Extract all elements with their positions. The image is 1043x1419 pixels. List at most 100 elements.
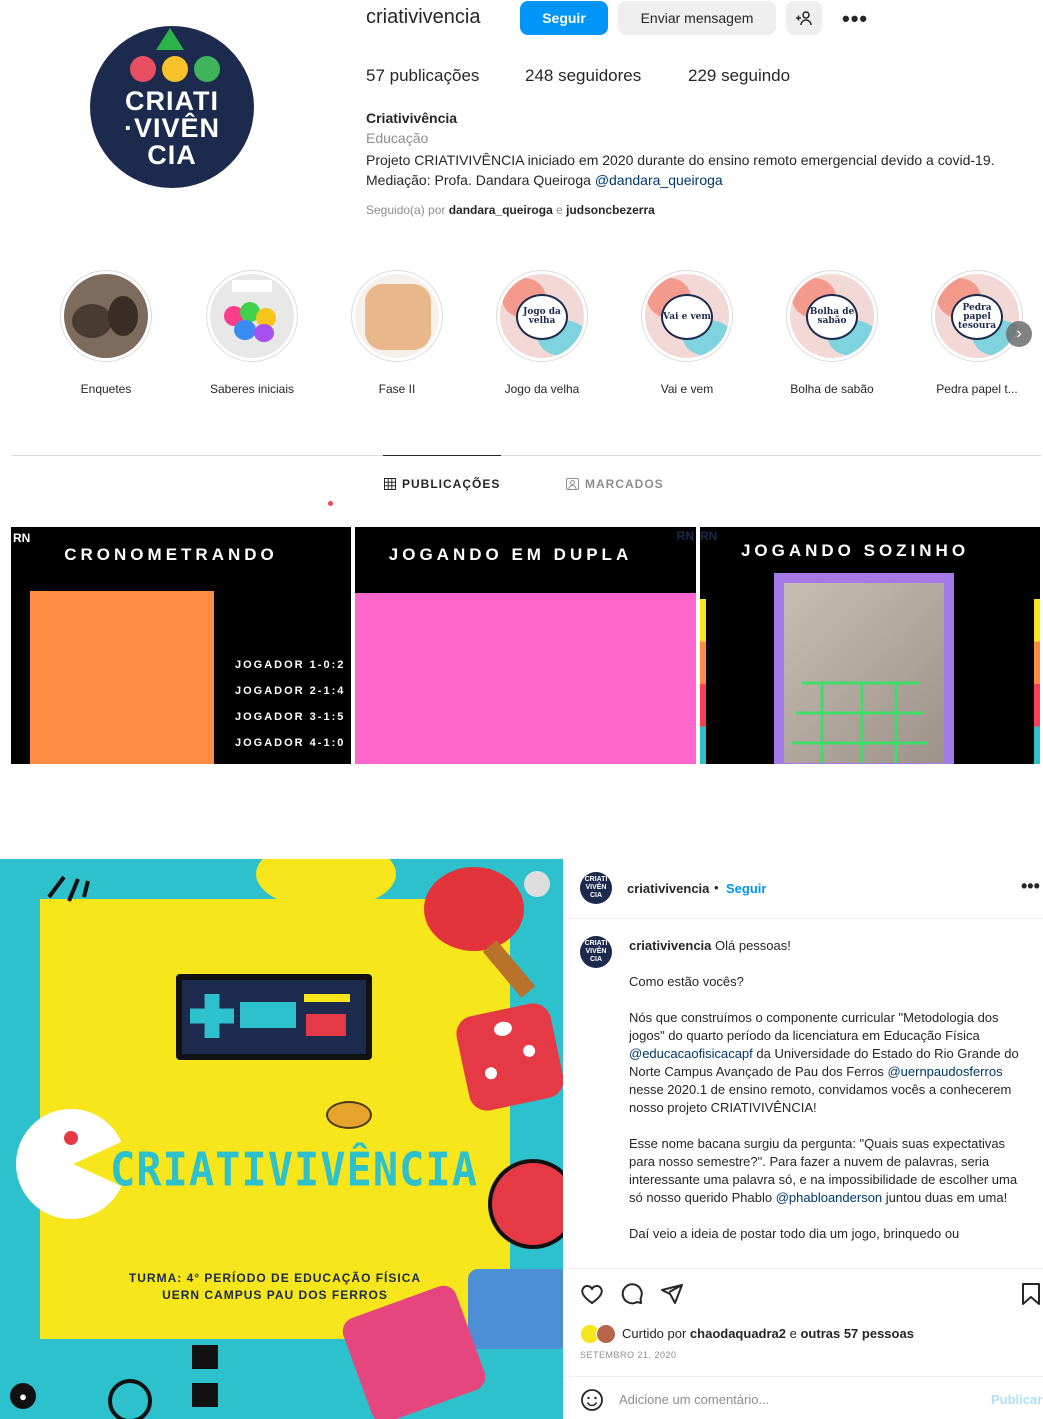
highlight-jogo-da-velha[interactable]: Jogo da velha Jogo da velha <box>480 270 604 396</box>
notification-dot <box>328 501 333 506</box>
orange-block <box>30 591 214 764</box>
grid-post-1[interactable]: RN CRONOMETRANDO JOGADOR 1-0:2 JOGADOR 2… <box>11 513 351 764</box>
suggest-user-button[interactable] <box>786 1 822 35</box>
chevron-right-icon[interactable]: › <box>1006 321 1032 347</box>
post-title: JOGANDO EM DUPLA <box>388 545 633 564</box>
highlight-saberes-iniciais[interactable]: Saberes iniciais <box>190 270 314 396</box>
more-options-icon[interactable]: ••• <box>842 6 868 32</box>
followed-by-user-1[interactable]: dandara_queiroga <box>449 203 553 217</box>
game-controller-icon <box>176 974 372 1060</box>
likes-others[interactable]: outras 57 pessoas <box>800 1326 913 1341</box>
post-author-avatar[interactable]: CRIATI VIVÊN CIA <box>580 872 612 904</box>
caption-username[interactable]: criativivencia <box>629 938 711 953</box>
posts-count: 57 publicações <box>366 66 480 85</box>
dice-icon <box>453 1000 563 1114</box>
tab-label: PUBLICAÇÕES <box>402 477 501 491</box>
caption-intro: Olá pessoas! <box>711 938 791 953</box>
followed-by-and: e <box>552 203 567 217</box>
banner-subtitle-1: TURMA: 4° PERÍODO DE EDUCAÇÃO FÍSICA <box>128 1271 422 1285</box>
profile-category: Educação <box>366 130 429 146</box>
post-author-username[interactable]: criativivencia <box>627 881 709 896</box>
profile-bio: Projeto CRIATIVIVÊNCIA iniciado em 2020 … <box>366 150 1036 190</box>
photo-frame <box>774 573 954 764</box>
post-follow-button[interactable]: Seguir <box>726 881 766 896</box>
follow-button[interactable]: Seguir <box>520 1 608 35</box>
post-date[interactable]: SETEMBRO 21, 2020 <box>580 1350 677 1360</box>
comment-input[interactable]: Adicione um comentário... <box>619 1392 769 1407</box>
bookmark-icon[interactable] <box>1020 1282 1042 1306</box>
caption-text: nesse 2020.1 de ensino remoto, convidamo… <box>629 1082 1012 1115</box>
profile-username: criativivencia <box>366 6 481 28</box>
player-time: JOGADOR 2-1:4 <box>235 685 346 697</box>
comment-icon[interactable] <box>620 1282 644 1306</box>
highlight-label: Enquetes <box>80 382 132 396</box>
followed-by-prefix: Seguido(a) por <box>366 203 449 217</box>
likes-user[interactable]: chaodaquadra2 <box>690 1326 786 1341</box>
highlight-fase-ii[interactable]: Fase II <box>335 270 459 396</box>
highlight-cover-text: Bolha de sabão <box>806 294 858 340</box>
highlight-enquetes[interactable]: Enquetes <box>44 270 168 396</box>
separator-dot: • <box>714 880 719 895</box>
corner-logo: RN <box>676 529 694 543</box>
square-decor <box>192 1383 218 1407</box>
tab-publicacoes[interactable]: PUBLICAÇÕES <box>384 477 500 491</box>
tagged-icon <box>566 478 579 490</box>
mention-link[interactable]: @uernpaudosferros <box>887 1064 1002 1079</box>
color-stripe <box>1034 599 1040 764</box>
grid-post-3[interactable]: RN JOGANDO SOZINHO <box>700 513 1040 764</box>
highlight-vai-e-vem[interactable]: Vai e vem Vai e vem <box>625 270 749 396</box>
post-image[interactable]: CRIATIVIVÊNCIA TURMA: 4° PERÍODO DE EDUC… <box>0 859 563 1419</box>
likes-summary: Curtido por chaodaquadra2 e outras 57 pe… <box>622 1326 914 1341</box>
player-time: JOGADOR 3-1:5 <box>235 711 346 723</box>
banner-subtitle-2: UERN CAMPUS PAU DOS FERROS <box>162 1288 388 1302</box>
liker-avatar-2[interactable] <box>596 1324 616 1344</box>
publish-comment-button[interactable]: Publicar <box>991 1392 1042 1407</box>
floor-photo <box>784 583 944 763</box>
color-stripe <box>700 599 706 764</box>
actions-divider <box>566 1268 1043 1269</box>
highlight-cover-text: Pedra papel tesoura <box>951 294 1003 340</box>
caption-author-avatar[interactable]: CRIATI VIVÊN CIA <box>580 936 612 968</box>
caption-paragraph: Daí veio a ideia de postar todo dia um j… <box>629 1226 960 1241</box>
tabs-divider <box>11 455 1041 456</box>
followers-count[interactable]: 248 seguidores <box>525 66 641 86</box>
highlight-label: Vai e vem <box>660 382 714 396</box>
send-message-button[interactable]: Enviar mensagem <box>618 1 776 35</box>
mention-link[interactable]: @educacaofisicacapf <box>629 1046 753 1061</box>
rackets-icon <box>326 1101 372 1129</box>
user-tag-icon[interactable]: ● <box>10 1383 36 1409</box>
post-more-options-icon[interactable]: ••• <box>1021 876 1040 897</box>
highlight-label: Pedra papel t... <box>936 382 1018 396</box>
player-time: JOGADOR 1-0:2 <box>235 659 346 671</box>
bio-mention-link[interactable]: @dandara_queiroga <box>595 172 723 188</box>
add-user-icon <box>796 11 812 26</box>
caption-paragraph: Como estão vocês? <box>629 974 744 989</box>
following-count[interactable]: 229 seguindo <box>688 66 790 86</box>
panel-divider <box>566 918 1043 919</box>
highlight-label: Bolha de sabão <box>790 382 874 396</box>
highlight-cover-text: Vai e vem <box>661 294 713 340</box>
corner-logo: RN <box>13 531 31 545</box>
profile-full-name: Criativivência <box>366 110 458 126</box>
grid-post-2[interactable]: RN JOGANDO EM DUPLA <box>355 513 696 764</box>
tab-marcados[interactable]: MARCADOS <box>566 477 664 491</box>
heart-icon[interactable] <box>580 1282 604 1306</box>
lines-decor <box>47 875 90 902</box>
followed-by: Seguido(a) por dandara_queiroga e judson… <box>366 203 655 217</box>
profile-avatar[interactable]: CRIATI ·VIVÊN CIA <box>90 26 254 188</box>
highlight-bolha-de-sabao[interactable]: Bolha de sabão Bolha de sabão <box>770 270 894 396</box>
emoji-icon[interactable] <box>580 1388 604 1412</box>
caption-text: Nós que construímos o componente curricu… <box>629 1010 999 1043</box>
post-title: JOGANDO SOZINHO <box>740 541 970 560</box>
share-icon[interactable] <box>660 1282 684 1306</box>
hopscotch-grid <box>792 681 928 763</box>
caption-paragraph: Nós que construímos o componente curricu… <box>629 1009 1029 1117</box>
followed-by-user-2[interactable]: judsoncbezerra <box>566 203 655 217</box>
ping-pong-paddle-icon <box>424 867 524 951</box>
pink-block <box>355 593 696 764</box>
ring-decor <box>108 1379 152 1419</box>
grid-icon <box>384 478 396 490</box>
active-tab-indicator <box>383 455 501 456</box>
comment-divider <box>566 1376 1043 1377</box>
mention-link[interactable]: @phabloanderson <box>776 1190 882 1205</box>
